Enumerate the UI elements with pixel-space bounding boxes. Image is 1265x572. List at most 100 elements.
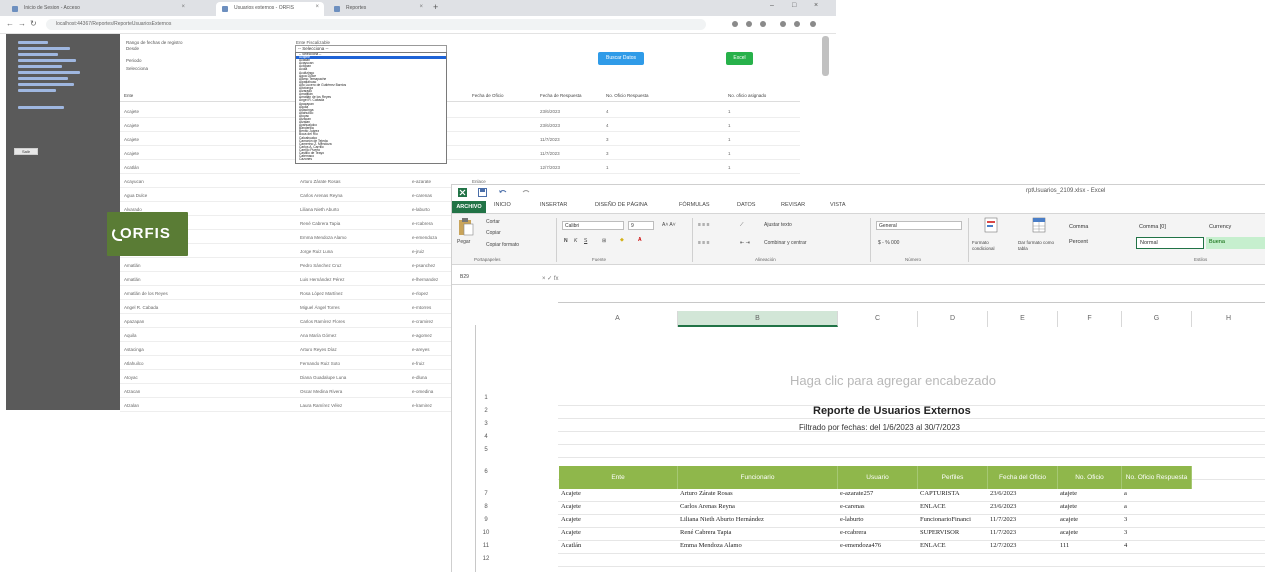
fill-color-icon[interactable]: ◆ (620, 237, 624, 243)
report-cell[interactable]: atajete (1058, 490, 1122, 502)
filter-value[interactable]: Desde (126, 46, 139, 51)
report-cell[interactable]: 11/7/2023 (988, 529, 1058, 541)
tab-formulas[interactable]: FÓRMULAS (679, 202, 710, 208)
row-header[interactable]: 2 (477, 408, 495, 414)
copy-format-button[interactable]: Copiar formato (486, 242, 519, 248)
undo-icon[interactable] (498, 188, 507, 197)
name-box[interactable]: B29 (460, 274, 510, 283)
tab-revisar[interactable]: REVISAR (781, 202, 805, 208)
row-header[interactable]: 10 (477, 530, 495, 536)
report-cell[interactable]: 111 (1058, 542, 1122, 554)
tab-diseno-pagina[interactable]: DISEÑO DE PÁGINA (595, 202, 648, 208)
browser-tab[interactable]: Reportes × (328, 2, 428, 16)
row-header[interactable]: 7 (477, 491, 495, 497)
orientation-icon[interactable]: ⟋ (740, 222, 744, 228)
close-icon[interactable]: × (315, 4, 319, 10)
bold-icon[interactable]: N (564, 238, 568, 244)
style-comma-0[interactable]: Comma [0] (1136, 222, 1204, 234)
row-header[interactable]: 11 (477, 543, 495, 549)
tab-vista[interactable]: VISTA (830, 202, 846, 208)
report-column-header[interactable]: Funcionario (678, 466, 838, 489)
report-cell[interactable]: 3 (1122, 516, 1192, 528)
report-cell[interactable]: René Cabrera Tapia (678, 529, 838, 541)
report-cell[interactable]: Acajete (559, 516, 678, 528)
align-top-icons[interactable]: ≡ ≡ ≡ (698, 222, 710, 228)
report-cell[interactable]: e-rcabrera (838, 529, 918, 541)
report-column-header[interactable]: Perfiles (918, 466, 988, 489)
cut-button[interactable]: Cortar (486, 219, 500, 225)
report-cell[interactable]: 23/6/2023 (988, 490, 1058, 502)
column-header-a[interactable]: A (558, 311, 678, 327)
grow-shrink-font-icon[interactable]: A˄ A˅ (662, 222, 676, 228)
style-currency[interactable]: Currency (1206, 222, 1265, 234)
report-cell[interactable]: e-emendoza476 (838, 542, 918, 554)
menu-kebab-icon[interactable] (810, 21, 816, 27)
back-icon[interactable]: ← (6, 19, 14, 28)
report-cell[interactable]: a (1122, 490, 1192, 502)
search-button[interactable]: Buscar Datos (598, 52, 644, 65)
conditional-format-icon[interactable] (984, 217, 998, 233)
report-cell[interactable]: 11/7/2023 (988, 516, 1058, 528)
report-cell[interactable]: Acajete (559, 490, 678, 502)
field-value[interactable]: Selecciona (126, 66, 148, 71)
sidebar-link[interactable] (18, 47, 70, 50)
profile-icon[interactable] (794, 21, 800, 27)
report-cell[interactable]: ENLACE (918, 503, 988, 515)
row-header[interactable]: 6 (477, 469, 495, 475)
report-cell[interactable]: ENLACE (918, 542, 988, 554)
table-row[interactable]: Acatlán 12/7/2023 1 1 (120, 160, 800, 174)
tab-datos[interactable]: DATOS (737, 202, 755, 208)
sidebar-link[interactable] (18, 71, 80, 74)
table-row[interactable]: Acajete 23/6/2023 4 1 (120, 118, 800, 132)
table-row[interactable]: Acajete 23/6/2023 4 1 (120, 104, 800, 118)
row-header[interactable]: 8 (477, 504, 495, 510)
new-tab-icon[interactable]: + (433, 2, 438, 12)
report-cell[interactable]: Acajete (559, 529, 678, 541)
sidebar-link[interactable] (18, 83, 74, 86)
sidebar-link[interactable] (18, 41, 48, 44)
forward-icon[interactable]: → (18, 19, 26, 28)
report-cell[interactable]: Acajete (559, 503, 678, 515)
bookmark-icon[interactable] (760, 21, 766, 27)
save-icon[interactable] (478, 188, 487, 197)
paste-icon[interactable] (458, 218, 474, 236)
extension-icon[interactable] (746, 21, 752, 27)
report-cell[interactable]: 23/6/2023 (988, 503, 1058, 515)
close-icon[interactable]: × (181, 4, 185, 10)
report-cell[interactable]: 12/7/2023 (988, 542, 1058, 554)
browser-tab[interactable]: Inicio de Sesion - Acceso × (6, 2, 190, 16)
report-cell[interactable]: 4 (1122, 542, 1192, 554)
indent-icons[interactable]: ⇤ ⇥ (740, 240, 750, 246)
report-cell[interactable]: Emma Mendoza Alamo (678, 542, 838, 554)
column-header-c[interactable]: C (838, 311, 918, 327)
font-name-select[interactable]: Calibri (562, 221, 624, 230)
minimize-icon[interactable]: – (770, 2, 774, 9)
table-row[interactable]: Acajete 11/7/2023 3 1 (120, 146, 800, 160)
report-cell[interactable]: acajete (1058, 529, 1122, 541)
report-cell[interactable]: e-carenas (838, 503, 918, 515)
sidebar-link[interactable] (18, 106, 64, 109)
style-percent[interactable]: Percent (1066, 237, 1134, 249)
close-window-icon[interactable]: × (814, 2, 818, 9)
report-column-header[interactable]: Ente (559, 466, 678, 489)
sidebar-link[interactable] (18, 65, 62, 68)
redo-icon[interactable] (522, 188, 531, 197)
conditional-format-button[interactable]: Formato condicional (972, 240, 1008, 252)
sidebar-link[interactable] (18, 89, 56, 92)
paste-button[interactable]: Pegar (457, 239, 470, 245)
scrollbar-thumb[interactable] (822, 36, 829, 76)
style-comma[interactable]: Comma (1066, 222, 1134, 234)
tab-insertar[interactable]: INSERTAR (540, 202, 567, 208)
format-as-table-button[interactable]: Dar formato como tabla (1018, 240, 1058, 252)
report-cell[interactable]: 3 (1122, 529, 1192, 541)
report-column-header[interactable]: No. Oficio Respuesta (1122, 466, 1192, 489)
font-size-select[interactable]: 9 (628, 221, 654, 230)
column-header-h[interactable]: H (1192, 311, 1265, 327)
underline-icon[interactable]: S (584, 238, 587, 244)
excel-export-button[interactable]: Excel (726, 52, 753, 65)
report-cell[interactable]: Acatlán (559, 542, 678, 554)
wrap-text-button[interactable]: Ajustar texto (764, 222, 792, 228)
report-column-header[interactable]: Usuario (838, 466, 918, 489)
browser-tab-active[interactable]: Usuarios externos - ORFIS × (216, 2, 324, 16)
style-buena[interactable]: Buena (1206, 237, 1265, 249)
